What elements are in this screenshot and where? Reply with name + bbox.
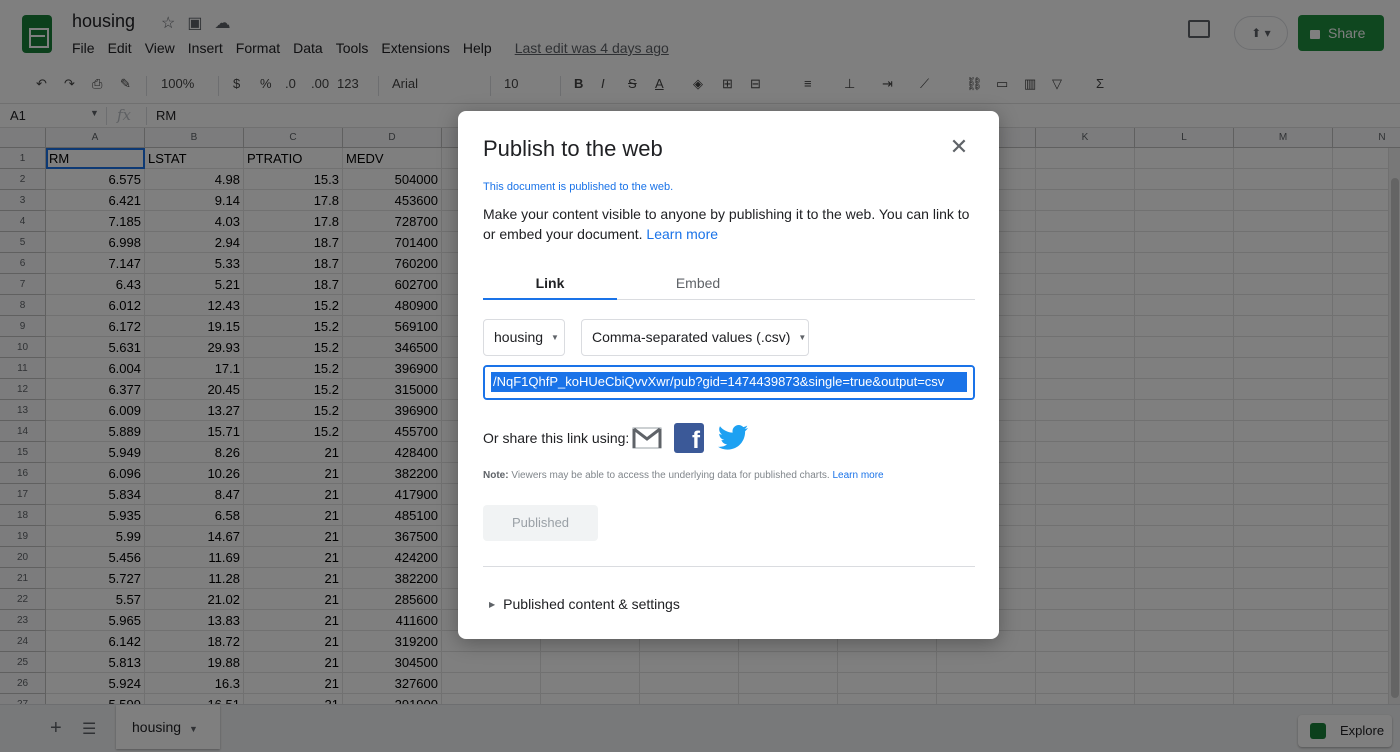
published-charts-note: Note: Viewers may be able to access the … [483,470,884,481]
settings-label: Published content & settings [503,596,680,612]
published-settings-toggle[interactable]: ▶ Published content & settings [489,596,680,612]
learn-more-link[interactable]: Learn more [646,226,718,242]
dropdown-arrow-icon: ▼ [551,333,559,342]
publish-dialog: Publish to the web ✕ This document is pu… [458,111,999,639]
format-select[interactable]: Comma-separated values (.csv) ▼ [581,319,809,356]
twitter-icon[interactable] [716,423,750,453]
share-label: Or share this link using: [483,430,630,446]
url-text: /NqF1QhfP_koHUeCbiQvvXwr/pub?gid=1474439… [493,374,945,389]
tab-link[interactable]: Link [483,273,617,300]
sheet-select[interactable]: housing ▼ [483,319,565,356]
gmail-icon[interactable] [632,426,662,450]
publish-url-field[interactable]: /NqF1QhfP_koHUeCbiQvvXwr/pub?gid=1474439… [483,365,975,400]
tab-embed[interactable]: Embed [631,273,765,300]
selected-url-text: /NqF1QhfP_koHUeCbiQvvXwr/pub?gid=1474439… [491,372,967,392]
publish-status: This document is published to the web. [483,181,674,193]
format-select-value: Comma-separated values (.csv) [592,329,791,345]
dialog-title: Publish to the web [483,136,663,161]
sheet-select-value: housing [494,329,544,345]
note-prefix: Note: [483,470,509,481]
note-learn-more-link[interactable]: Learn more [832,470,883,481]
dialog-tabs: Link Embed [483,273,975,300]
published-button[interactable]: Published [483,505,598,541]
dropdown-arrow-icon: ▼ [798,333,807,342]
note-text: Viewers may be able to access the underl… [511,470,830,481]
dialog-description: Make your content visible to anyone by p… [483,204,978,244]
facebook-icon[interactable]: f [674,423,704,454]
close-icon[interactable]: ✕ [948,136,970,158]
dialog-divider [483,566,975,567]
expand-triangle-icon: ▶ [489,600,496,609]
description-text: Make your content visible to anyone by p… [483,206,970,242]
